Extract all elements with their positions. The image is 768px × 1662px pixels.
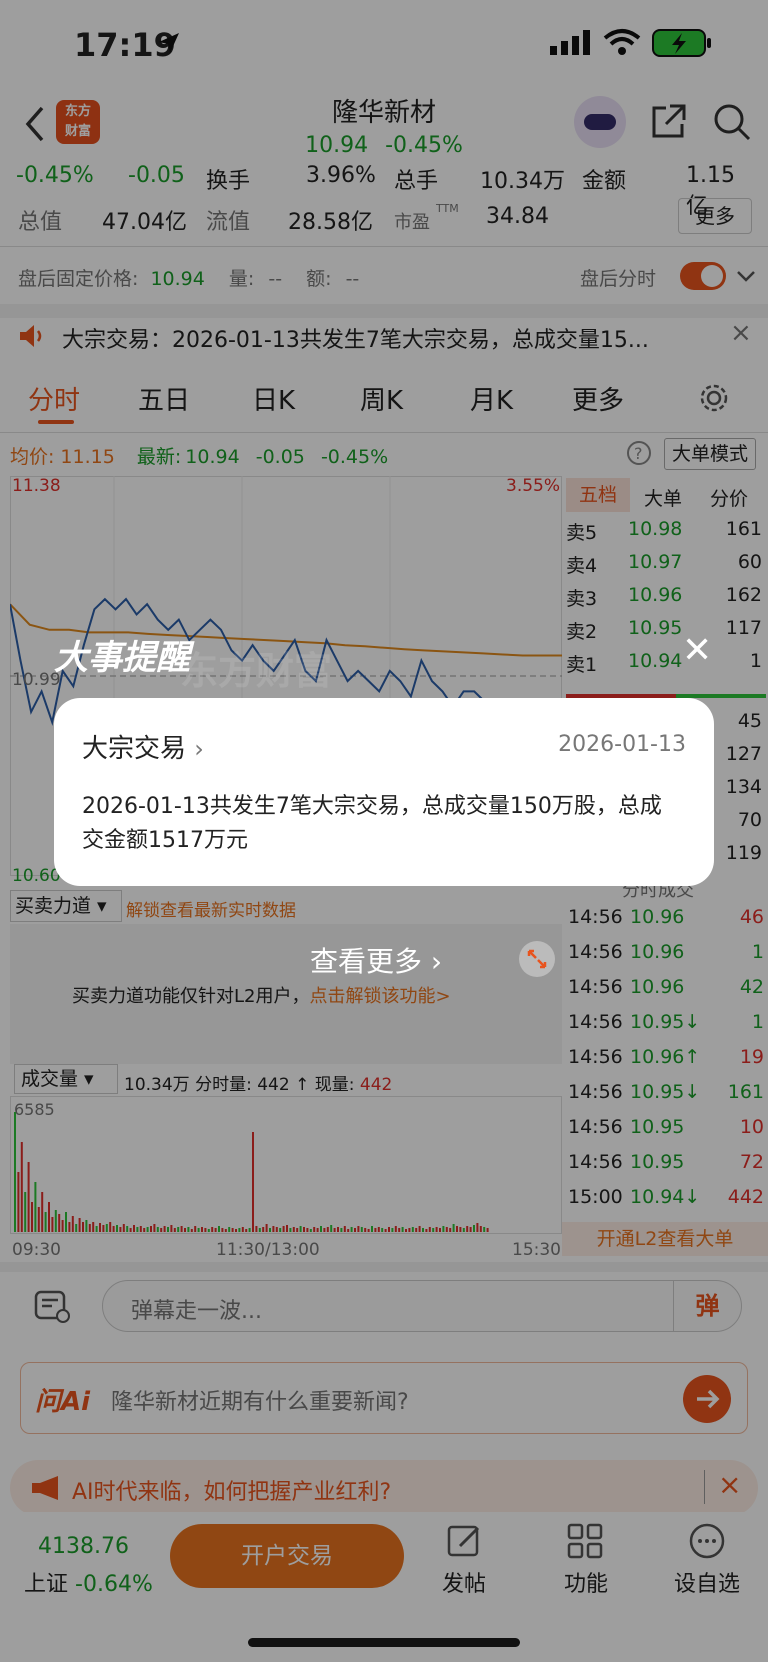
event-date: 2026-01-13 (558, 732, 686, 757)
event-type[interactable]: 大宗交易 › (82, 728, 204, 765)
popup-watermark: 东方财富 (180, 649, 333, 693)
expand-icon[interactable] (518, 940, 556, 978)
popup-heading: 大事提醒 (54, 638, 190, 678)
event-text: 2026-01-13共发生7笔大宗交易，总成交量150万股，总成交金额1517万… (82, 794, 662, 853)
event-card[interactable]: 大宗交易 › 2026-01-13 2026-01-13共发生7笔大宗交易，总成… (54, 698, 714, 886)
popup-close-button[interactable]: ✕ (682, 630, 712, 671)
home-indicator (248, 1638, 520, 1647)
see-more-button[interactable]: 查看更多 › (310, 940, 442, 980)
